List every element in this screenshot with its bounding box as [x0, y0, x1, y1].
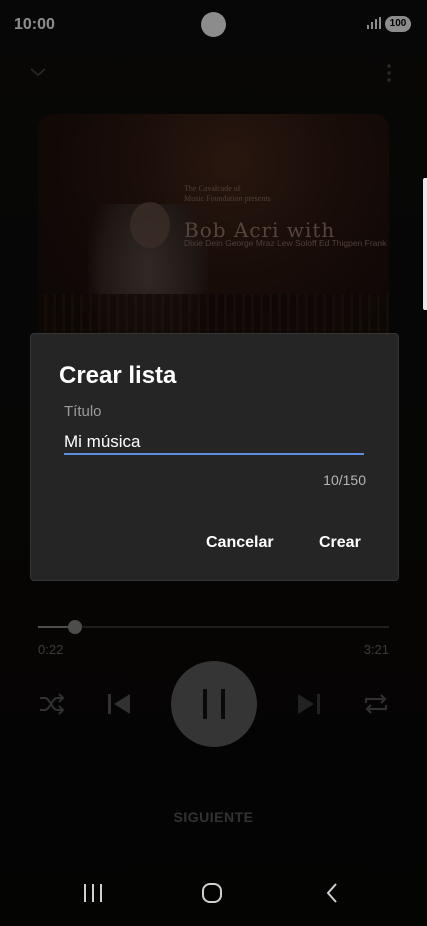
- cancel-button[interactable]: Cancelar: [206, 534, 274, 552]
- back-icon[interactable]: [322, 882, 344, 904]
- edge-panel-handle[interactable]: [423, 178, 427, 310]
- dialog-title: Crear lista: [59, 362, 177, 389]
- system-nav-bar: [0, 870, 427, 926]
- music-player-screen: 10:00 100 The Cavalcade of Music Foundat…: [0, 0, 427, 926]
- create-button[interactable]: Crear: [319, 534, 361, 552]
- input-underline: [64, 453, 364, 455]
- create-playlist-dialog: Crear lista Título 10/150 Cancelar Crear: [30, 333, 399, 581]
- title-field-label: Título: [64, 403, 102, 420]
- recents-icon[interactable]: [82, 882, 104, 904]
- home-icon[interactable]: [201, 882, 223, 904]
- char-counter: 10/150: [323, 472, 366, 488]
- playlist-name-input[interactable]: [64, 430, 364, 454]
